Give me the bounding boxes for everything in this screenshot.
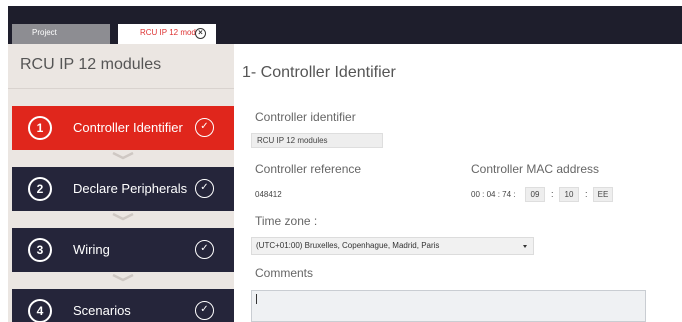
chevron-down-icon xyxy=(112,274,134,282)
step-scenarios[interactable]: 4 Scenarios ✓ xyxy=(12,289,234,322)
sidebar: RCU IP 12 modules 1 Controller Identifie… xyxy=(8,44,234,322)
mac-separator: : xyxy=(585,189,588,199)
comments-label: Comments xyxy=(255,266,314,280)
mac-address-fixed: 00 : 04 : 74 : xyxy=(471,190,516,199)
mac-separator: : xyxy=(551,189,554,199)
tab-project[interactable]: Project xyxy=(12,24,110,44)
comments-textarea[interactable] xyxy=(251,290,646,322)
checkmark-icon: ✓ xyxy=(195,179,214,198)
mac-byte-6-input[interactable]: EE xyxy=(593,187,613,202)
sidebar-title: RCU IP 12 modules xyxy=(20,56,162,73)
mac-byte-4-input[interactable]: 09 xyxy=(525,187,545,202)
text-cursor xyxy=(256,294,257,304)
step-number: 3 xyxy=(28,238,52,262)
step-number: 2 xyxy=(28,177,52,201)
checkmark-icon: ✓ xyxy=(195,118,214,137)
step-label: Controller Identifier xyxy=(73,120,183,135)
step-declare-peripherals[interactable]: 2 Declare Peripherals ✓ xyxy=(12,167,234,211)
controller-reference-value: 048412 xyxy=(255,190,282,199)
step-label: Declare Peripherals xyxy=(73,181,188,196)
step-number: 1 xyxy=(28,116,52,140)
step-label: Scenarios xyxy=(73,303,131,318)
sidebar-divider xyxy=(8,88,234,89)
step-number: 4 xyxy=(28,299,52,322)
mac-byte-5-input[interactable]: 10 xyxy=(559,187,579,202)
tab-rcu-ip-12[interactable]: RCU IP 12 mod × xyxy=(118,24,216,44)
time-zone-select[interactable]: (UTC+01:00) Bruxelles, Copenhague, Madri… xyxy=(251,237,534,255)
step-wiring[interactable]: 3 Wiring ✓ xyxy=(12,228,234,272)
step-label: Wiring xyxy=(73,242,110,257)
dropdown-caret-icon xyxy=(523,245,527,248)
main-panel: 1- Controller Identifier Controller iden… xyxy=(234,44,682,322)
close-icon[interactable]: × xyxy=(195,28,206,39)
chevron-down-icon xyxy=(112,152,134,160)
tab-rcu-label: RCU IP 12 mod xyxy=(140,28,196,37)
time-zone-label: Time zone : xyxy=(255,214,318,228)
top-bar: Project RCU IP 12 mod × xyxy=(0,0,682,44)
controller-identifier-input[interactable]: RCU IP 12 modules xyxy=(251,133,383,148)
page-title: 1- Controller Identifier xyxy=(242,64,396,81)
controller-identifier-label: Controller identifier xyxy=(255,110,356,124)
mac-address-label: Controller MAC address xyxy=(471,162,600,176)
time-zone-value: (UTC+01:00) Bruxelles, Copenhague, Madri… xyxy=(256,241,440,250)
controller-reference-label: Controller reference xyxy=(255,162,362,176)
checkmark-icon: ✓ xyxy=(195,240,214,259)
step-controller-identifier[interactable]: 1 Controller Identifier ✓ xyxy=(12,106,234,150)
chevron-down-icon xyxy=(112,213,134,221)
checkmark-icon: ✓ xyxy=(195,301,214,320)
